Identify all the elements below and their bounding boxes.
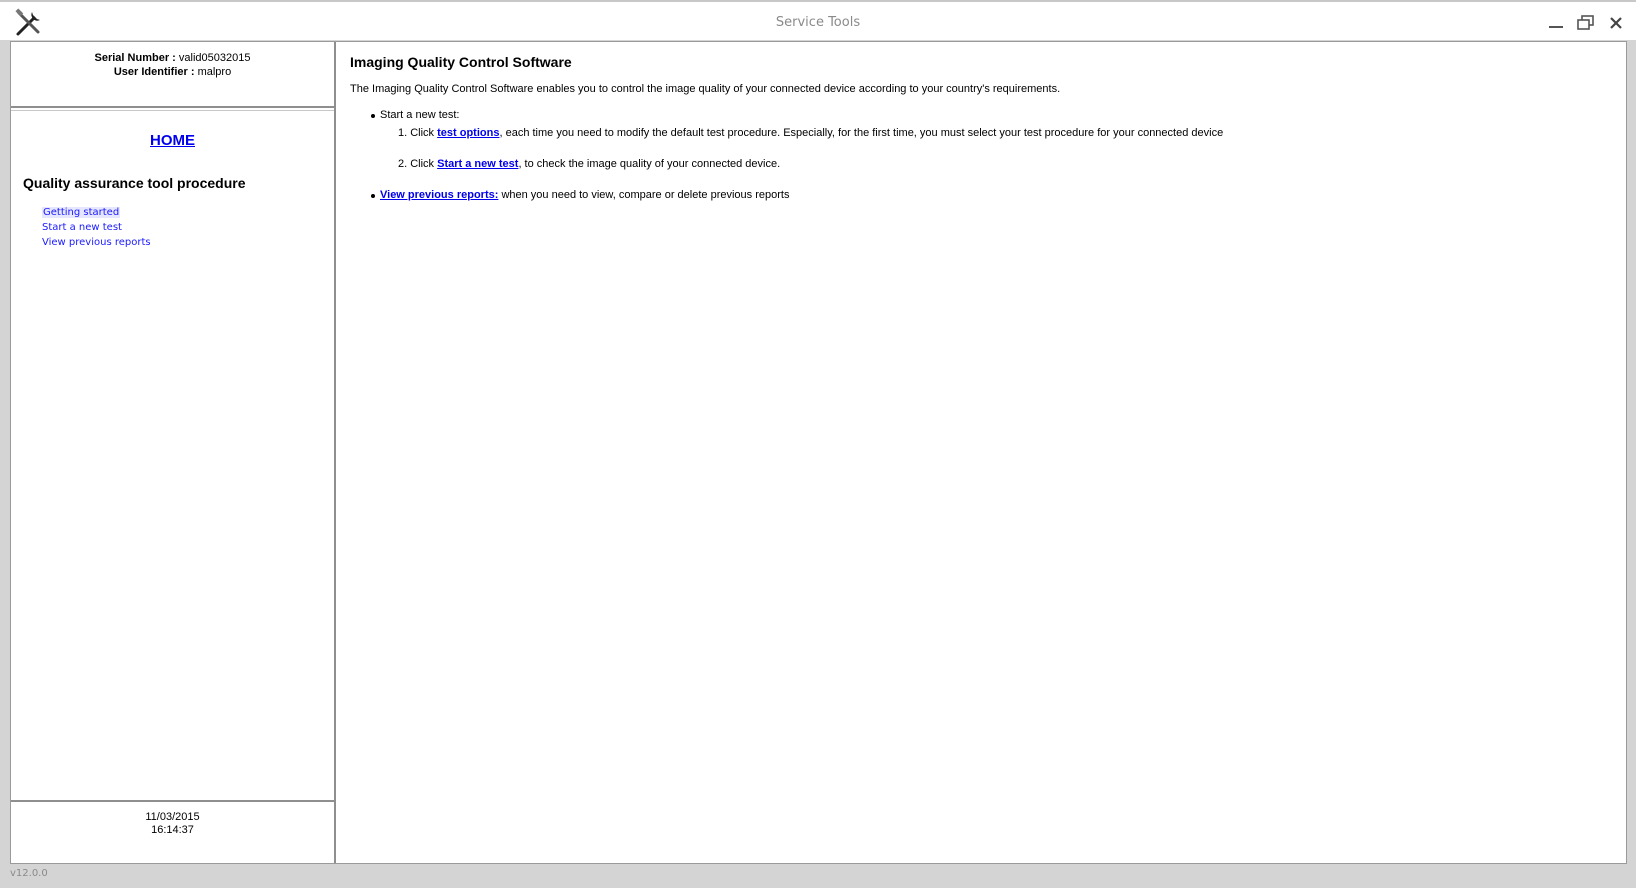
device-info: Serial Number : valid05032015 User Ident… (11, 42, 334, 108)
main-content: Imaging Quality Control Software The Ima… (338, 42, 1626, 863)
page-title: Imaging Quality Control Software (350, 54, 572, 70)
version-label: v12.0.0 (10, 868, 48, 879)
home-link[interactable]: HOME (11, 132, 334, 149)
serial-label: Serial Number : (94, 52, 176, 64)
steps-list: 1. Click test options, each time you nee… (380, 127, 1626, 170)
intro-text: The Imaging Quality Control Software ena… (350, 83, 1061, 95)
minimize-button[interactable] (1545, 12, 1567, 34)
start-test-item: Start a new test: 1. Click test options,… (350, 109, 1626, 170)
nav-start-new-test[interactable]: Start a new test (42, 220, 151, 235)
serial-value: valid05032015 (178, 52, 251, 64)
current-time: 16:14:37 (151, 824, 194, 836)
minimize-icon (1549, 26, 1563, 28)
step-2: 2. Click Start a new test, to check the … (398, 158, 781, 170)
user-value: malpro (197, 66, 232, 78)
step-1: 1. Click test options, each time you nee… (398, 127, 1224, 139)
bullet-icon (371, 194, 375, 198)
view-previous-reports-link[interactable]: View previous reports: (380, 189, 498, 201)
datetime-panel: 11/03/2015 16:14:37 (11, 800, 334, 863)
navigation-panel: HOME Quality assurance tool procedure Ge… (11, 110, 334, 778)
restore-icon (1577, 15, 1594, 30)
serial-number: Serial Number : valid05032015 (11, 51, 334, 65)
procedure-title: Quality assurance tool procedure (23, 175, 246, 191)
nav-getting-started[interactable]: Getting started (42, 205, 151, 220)
start-test-heading: Start a new test: (380, 109, 460, 121)
window-title: Service Tools (775, 15, 861, 30)
bullet-icon (371, 114, 375, 118)
instructions-list: Start a new test: 1. Click test options,… (350, 109, 1626, 201)
app-window: Service Tools Serial Number : valid05032… (0, 0, 1636, 888)
start-new-test-link[interactable]: Start a new test (437, 158, 518, 170)
close-icon (1610, 17, 1622, 29)
client-area: Serial Number : valid05032015 User Ident… (10, 41, 1627, 864)
restore-button[interactable] (1575, 12, 1597, 34)
close-button[interactable] (1605, 12, 1627, 34)
status-bar: v12.0.0 (0, 864, 1636, 888)
current-date: 11/03/2015 (145, 811, 200, 823)
user-identifier: User Identifier : malpro (11, 65, 334, 79)
title-bar[interactable]: Service Tools (0, 0, 1636, 40)
procedure-nav: Getting started Start a new test View pr… (42, 205, 151, 250)
user-label: User Identifier : (113, 66, 195, 78)
reports-item: View previous reports: when you need to … (350, 189, 1626, 201)
nav-view-previous-reports[interactable]: View previous reports (42, 235, 151, 250)
test-options-link[interactable]: test options (437, 127, 499, 139)
sidebar: Serial Number : valid05032015 User Ident… (11, 42, 336, 863)
